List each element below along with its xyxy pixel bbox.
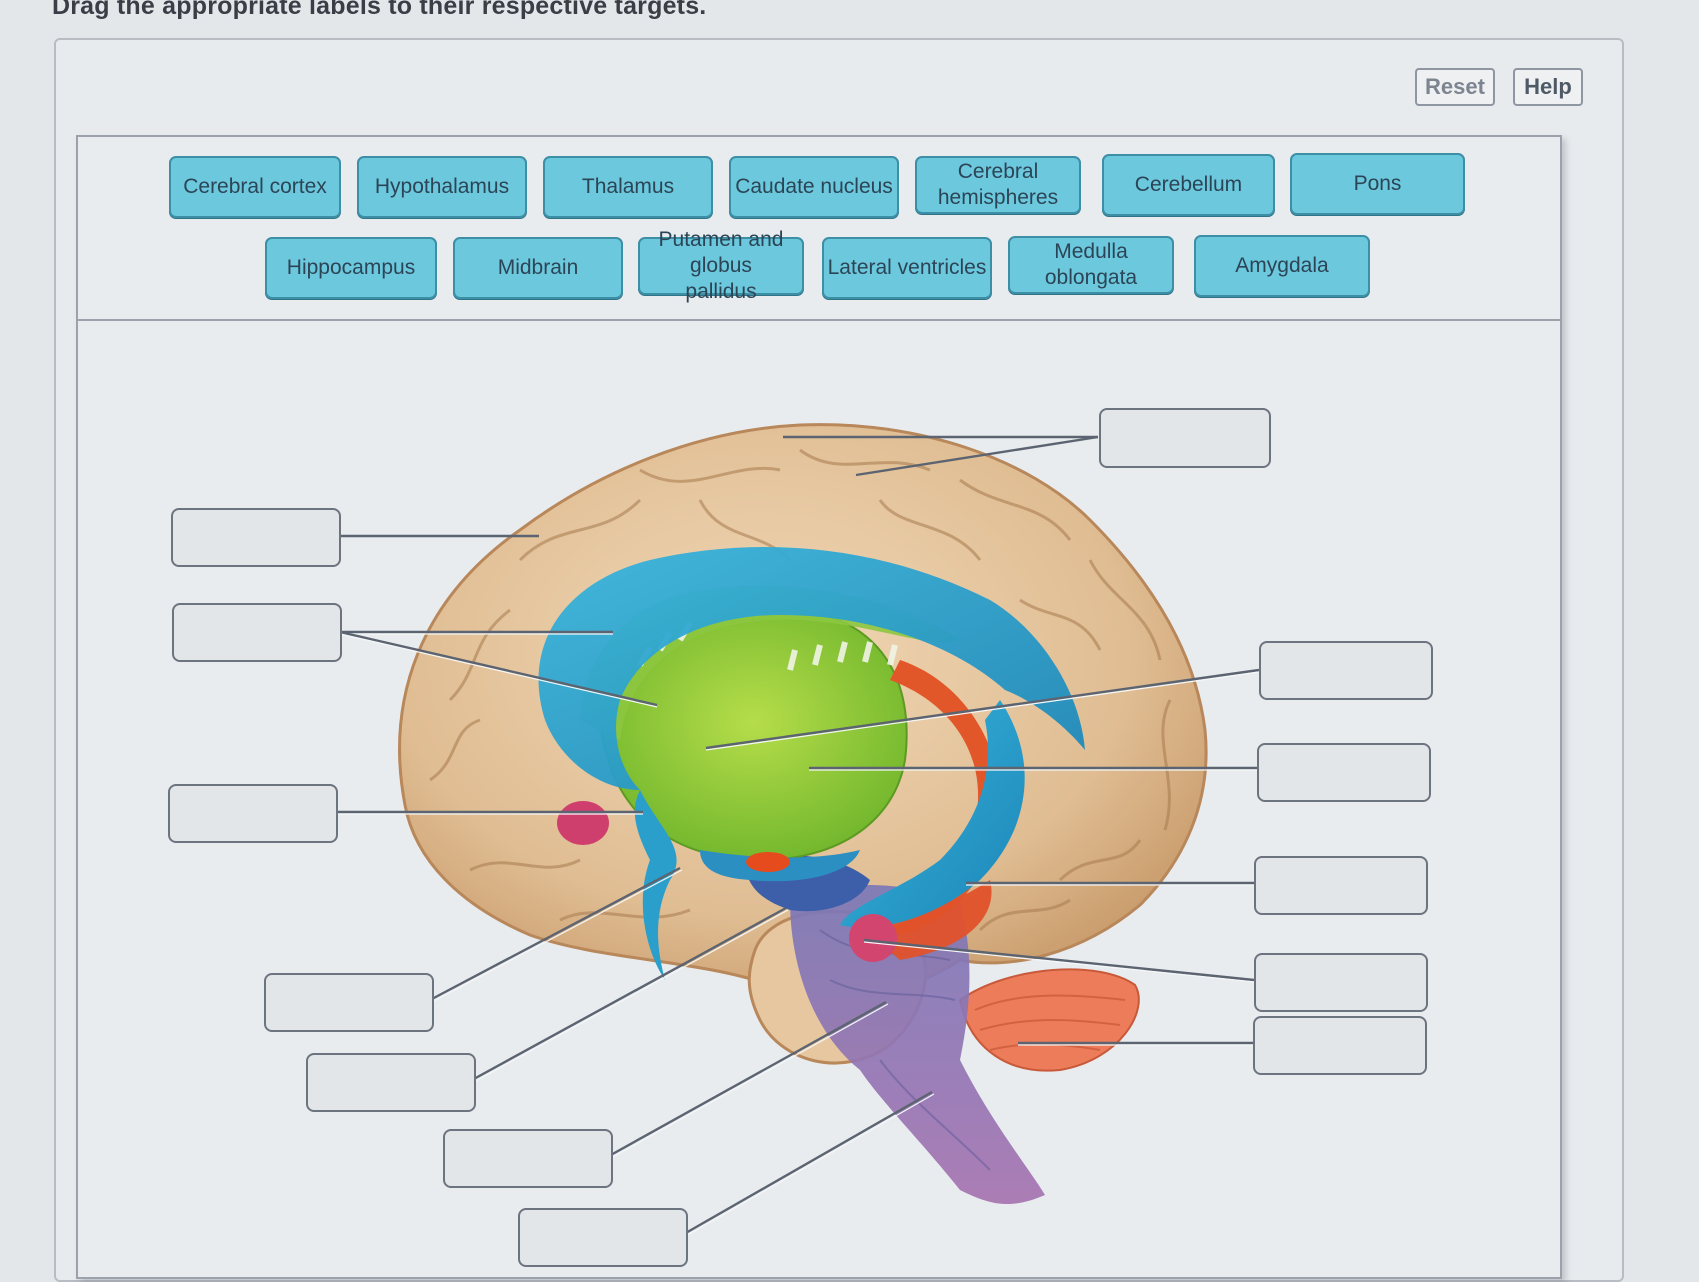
label-chip-medulla-oblongata[interactable]: Medulla oblongata (1008, 236, 1174, 294)
drop-target-left-7[interactable] (518, 1208, 688, 1267)
label-chip-cerebral-cortex[interactable]: Cerebral cortex (169, 156, 341, 218)
drop-target-right-1[interactable] (1259, 641, 1433, 700)
drop-target-left-3[interactable] (168, 784, 338, 843)
drop-target-top[interactable] (1099, 408, 1271, 468)
label-chip-pons[interactable]: Pons (1290, 153, 1465, 215)
label-chip-lateral-ventricles[interactable]: Lateral ventricles (822, 237, 992, 299)
drop-target-left-5[interactable] (306, 1053, 476, 1112)
help-button[interactable]: Help (1513, 68, 1583, 106)
drop-target-left-2[interactable] (172, 603, 342, 662)
label-chip-putamen-globus-pallidus[interactable]: Putamen and globus pallidus (638, 228, 804, 303)
label-chip-cerebral-hemispheres[interactable]: Cerebral hemispheres (915, 156, 1081, 214)
drop-target-left-1[interactable] (171, 508, 341, 567)
label-chip-hypothalamus[interactable]: Hypothalamus (357, 156, 527, 218)
drop-target-right-2[interactable] (1257, 743, 1431, 802)
drop-target-right-3[interactable] (1254, 856, 1428, 915)
drag-drop-area: Cerebral cortex Hypothalamus Thalamus Ca… (76, 135, 1562, 1279)
drop-target-left-6[interactable] (443, 1129, 613, 1188)
label-chip-amygdala[interactable]: Amygdala (1194, 235, 1370, 297)
label-chip-hippocampus[interactable]: Hippocampus (265, 237, 437, 299)
instructions-text: Drag the appropriate labels to their res… (52, 0, 707, 20)
label-chip-cerebellum[interactable]: Cerebellum (1102, 154, 1275, 216)
reset-button[interactable]: Reset (1415, 68, 1495, 106)
label-bank: Cerebral cortex Hypothalamus Thalamus Ca… (78, 137, 1560, 321)
drop-target-left-4[interactable] (264, 973, 434, 1032)
drop-target-right-5[interactable] (1253, 1016, 1427, 1075)
label-chip-midbrain[interactable]: Midbrain (453, 237, 623, 299)
label-chip-caudate-nucleus[interactable]: Caudate nucleus (729, 156, 899, 218)
label-chip-thalamus[interactable]: Thalamus (543, 156, 713, 218)
drop-target-right-4[interactable] (1254, 953, 1428, 1012)
